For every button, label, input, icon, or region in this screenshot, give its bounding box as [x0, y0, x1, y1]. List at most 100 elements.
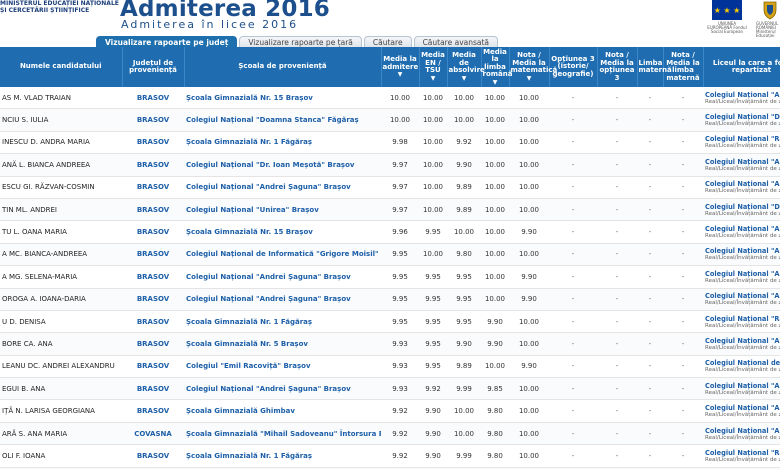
county-cell[interactable]: BRASOV	[122, 176, 184, 199]
assigned-high-school-cell[interactable]: Colegiul Național "DoamnReal/Liceal/Învă…	[703, 108, 780, 132]
option3-cell: -	[549, 444, 597, 468]
county-cell[interactable]: BRASOV	[122, 355, 184, 379]
school-of-origin-cell[interactable]: Școala Gimnazială Nr. 1 Făgăraș	[184, 444, 381, 468]
assigned-high-school-cell[interactable]: Colegiul Național de InforReal/Liceal/În…	[703, 355, 780, 379]
assigned-high-school-cell[interactable]: Colegiul Național "AndreiReal/Liceal/Înv…	[703, 176, 780, 199]
school-of-origin-cell[interactable]: Colegiul "Emil Racoviță" Brașov	[184, 355, 381, 379]
school-of-origin-cell[interactable]: Școala Gimnazială Nr. 15 Brașov	[184, 220, 381, 244]
assigned-high-school-link[interactable]: Colegiul Național "Andrei	[705, 292, 780, 300]
column-header-county[interactable]: Județul de proveniență	[122, 47, 185, 87]
admission-grade-cell: 10.00	[381, 108, 419, 132]
assigned-profile-text: Real/Liceal/Învățământ de zi	[705, 456, 780, 463]
candidate-name-cell: ARĂ S. ANA MARIA	[0, 422, 122, 446]
county-cell[interactable]: BRASOV	[122, 399, 184, 423]
mother-tongue-grade-cell: -	[663, 399, 703, 423]
assigned-high-school-cell[interactable]: Colegiul Național "Radu IReal/Liceal/Înv…	[703, 131, 780, 155]
school-of-origin-cell[interactable]: Școala Gimnazială "Mihail Sadoveanu" Înt…	[184, 422, 381, 446]
county-cell[interactable]: BRASOV	[122, 198, 184, 222]
graduation-grade-cell: 9.95	[447, 310, 481, 334]
assigned-high-school-link[interactable]: Colegiul Național "Andrei	[705, 382, 780, 390]
column-header-math[interactable]: Nota / Media la matematică ▼	[509, 47, 557, 87]
school-of-origin-cell[interactable]: Colegiul Național "Unirea" Brașov	[184, 198, 381, 222]
column-header-admission[interactable]: Media la admitere ▼	[381, 47, 420, 87]
county-cell[interactable]: BRASOV	[122, 87, 184, 110]
county-cell[interactable]: COVASNA	[122, 422, 184, 446]
assigned-high-school-cell[interactable]: Colegiul Național "Radu IReal/Liceal/Înv…	[703, 310, 780, 334]
assigned-high-school-link[interactable]: Colegiul Național "Andrei	[705, 225, 780, 233]
graduation-grade-cell: 9.89	[447, 355, 481, 379]
mother-tongue-cell: -	[637, 243, 663, 267]
school-of-origin-cell[interactable]: Colegiul Național de Informatică "Grigor…	[184, 243, 381, 267]
county-cell[interactable]: BRASOV	[122, 243, 184, 267]
school-of-origin-cell[interactable]: Colegiul Național "Andrei Șaguna" Brașov	[184, 265, 381, 289]
column-header-romanian[interactable]: Media la limba română ▼	[481, 47, 513, 87]
math-grade-cell: 10.00	[509, 377, 549, 401]
assigned-high-school-link[interactable]: Colegiul Național "Andrei	[705, 404, 780, 412]
assigned-high-school-cell[interactable]: Colegiul Național "AndreiReal/Liceal/Înv…	[703, 422, 780, 446]
column-header-graduation[interactable]: Media de absolvire ▼	[447, 47, 485, 87]
candidate-name-cell: U D. DENISA	[0, 310, 122, 334]
assigned-high-school-cell[interactable]: Colegiul Național "AndreiReal/Liceal/Înv…	[703, 377, 780, 401]
county-cell[interactable]: BRASOV	[122, 310, 184, 334]
assigned-profile-text: Real/Liceal/Învățământ de zi	[705, 165, 780, 172]
assigned-high-school-cell[interactable]: Colegiul Național "AndreiReal/Liceal/Înv…	[703, 332, 780, 356]
county-cell[interactable]: BRASOV	[122, 332, 184, 356]
mother-tongue-grade-cell: -	[663, 355, 703, 379]
assigned-high-school-link[interactable]: Colegiul Național "Andrei	[705, 91, 780, 99]
school-of-origin-cell[interactable]: Școala Gimnazială Ghimbav	[184, 399, 381, 423]
assigned-high-school-link[interactable]: Colegiul Național "Andrei	[705, 427, 780, 435]
assigned-high-school-link[interactable]: Colegiul Național "Radu I	[705, 449, 780, 457]
assigned-high-school-cell[interactable]: Colegiul Național "AndreiReal/Liceal/Înv…	[703, 220, 780, 244]
column-header-school[interactable]: Școala de proveniență	[184, 47, 382, 87]
assigned-high-school-link[interactable]: Colegiul Național "Andrei	[705, 337, 780, 345]
county-cell[interactable]: BRASOV	[122, 444, 184, 468]
assigned-high-school-cell[interactable]: Colegiul Național "AndreiReal/Liceal/Înv…	[703, 153, 780, 177]
assigned-high-school-cell[interactable]: Colegiul Național "Radu IReal/Liceal/Înv…	[703, 444, 780, 468]
column-header-en[interactable]: Media EN / TSU ▼	[419, 47, 448, 87]
county-cell[interactable]: BRASOV	[122, 265, 184, 289]
assigned-high-school-cell[interactable]: Colegiul Național "AndreiReal/Liceal/Înv…	[703, 87, 780, 110]
option3-grade-cell: -	[597, 131, 637, 155]
assigned-high-school-link[interactable]: Colegiul Național "Doamn	[705, 113, 780, 121]
county-cell[interactable]: BRASOV	[122, 153, 184, 177]
option3-grade-cell: -	[597, 108, 637, 132]
school-of-origin-cell[interactable]: Colegiul Național "Andrei Șaguna" Brașov	[184, 288, 381, 311]
assigned-high-school-cell[interactable]: Colegiul Național "AndreiReal/Liceal/Înv…	[703, 265, 780, 289]
county-cell[interactable]: BRASOV	[122, 108, 184, 132]
assigned-high-school-link[interactable]: Colegiul Național "Andrei	[705, 158, 780, 166]
table-row: IȚĂ N. LARISA GEORGIANA BRASOV Școala Gimn…	[0, 399, 780, 423]
county-cell[interactable]: BRASOV	[122, 220, 184, 244]
assigned-high-school-link[interactable]: Colegiul Național "Dr. Io	[705, 203, 780, 211]
county-cell[interactable]: BRASOV	[122, 377, 184, 401]
school-of-origin-cell[interactable]: Școala Gimnazială Nr. 1 Făgăraș	[184, 131, 381, 155]
assigned-high-school-link[interactable]: Colegiul Național "Andrei	[705, 270, 780, 278]
romanian-grade-cell: 10.00	[481, 108, 509, 132]
assigned-profile-text: Real/Liceal/Învățământ de zi	[705, 322, 780, 329]
assigned-high-school-link[interactable]: Colegiul Național "Radu I	[705, 315, 780, 323]
column-header-high-school[interactable]: Liceul la care a fost repartizat	[703, 47, 780, 87]
romanian-grade-cell: 10.00	[481, 220, 509, 244]
assigned-high-school-cell[interactable]: Colegiul Național "Dr. IoReal/Liceal/Înv…	[703, 198, 780, 222]
school-of-origin-cell[interactable]: Școala Gimnazială Nr. 5 Brașov	[184, 332, 381, 356]
school-of-origin-cell[interactable]: Școala Gimnazială Nr. 15 Brașov	[184, 87, 381, 110]
candidate-name-cell: A MG. SELENA-MARIA	[0, 265, 122, 289]
school-of-origin-cell[interactable]: Școala Gimnazială Nr. 1 Făgăraș	[184, 310, 381, 334]
column-header-name[interactable]: Numele candidatului	[0, 47, 123, 87]
column-header-mother-tongue[interactable]: Limba maternă	[637, 47, 672, 87]
school-of-origin-cell[interactable]: Colegiul Național "Dr. Ioan Meșotă" Braș…	[184, 153, 381, 177]
school-of-origin-cell[interactable]: Colegiul Național "Andrei Șaguna" Brașov	[184, 176, 381, 199]
assigned-high-school-cell[interactable]: Colegiul Național "AndreiReal/Liceal/Înv…	[703, 288, 780, 311]
county-cell[interactable]: BRASOV	[122, 288, 184, 311]
mother-tongue-grade-cell: -	[663, 422, 703, 446]
school-of-origin-cell[interactable]: Colegiul Național "Doamna Stanca" Făgăra…	[184, 108, 381, 132]
school-of-origin-cell[interactable]: Colegiul Național "Andrei Șaguna" Brașov	[184, 377, 381, 401]
column-header-option3-grade[interactable]: Nota / Media la opțiunea 3	[597, 47, 638, 87]
table-row: ANĂ L. BIANCA ANDREEA BRASOV Colegiul Nați…	[0, 153, 780, 177]
mother-tongue-grade-cell: -	[663, 87, 703, 110]
assigned-high-school-cell[interactable]: Colegiul Național "AndreiReal/Liceal/Înv…	[703, 243, 780, 267]
assigned-high-school-cell[interactable]: Colegiul Național "AndreiReal/Liceal/Înv…	[703, 399, 780, 423]
en-grade-cell: 10.00	[419, 108, 447, 132]
romanian-grade-cell: 9.80	[481, 422, 509, 446]
county-cell[interactable]: BRASOV	[122, 131, 184, 155]
candidate-name-cell: AS M. VLAD TRAIAN	[0, 87, 122, 110]
